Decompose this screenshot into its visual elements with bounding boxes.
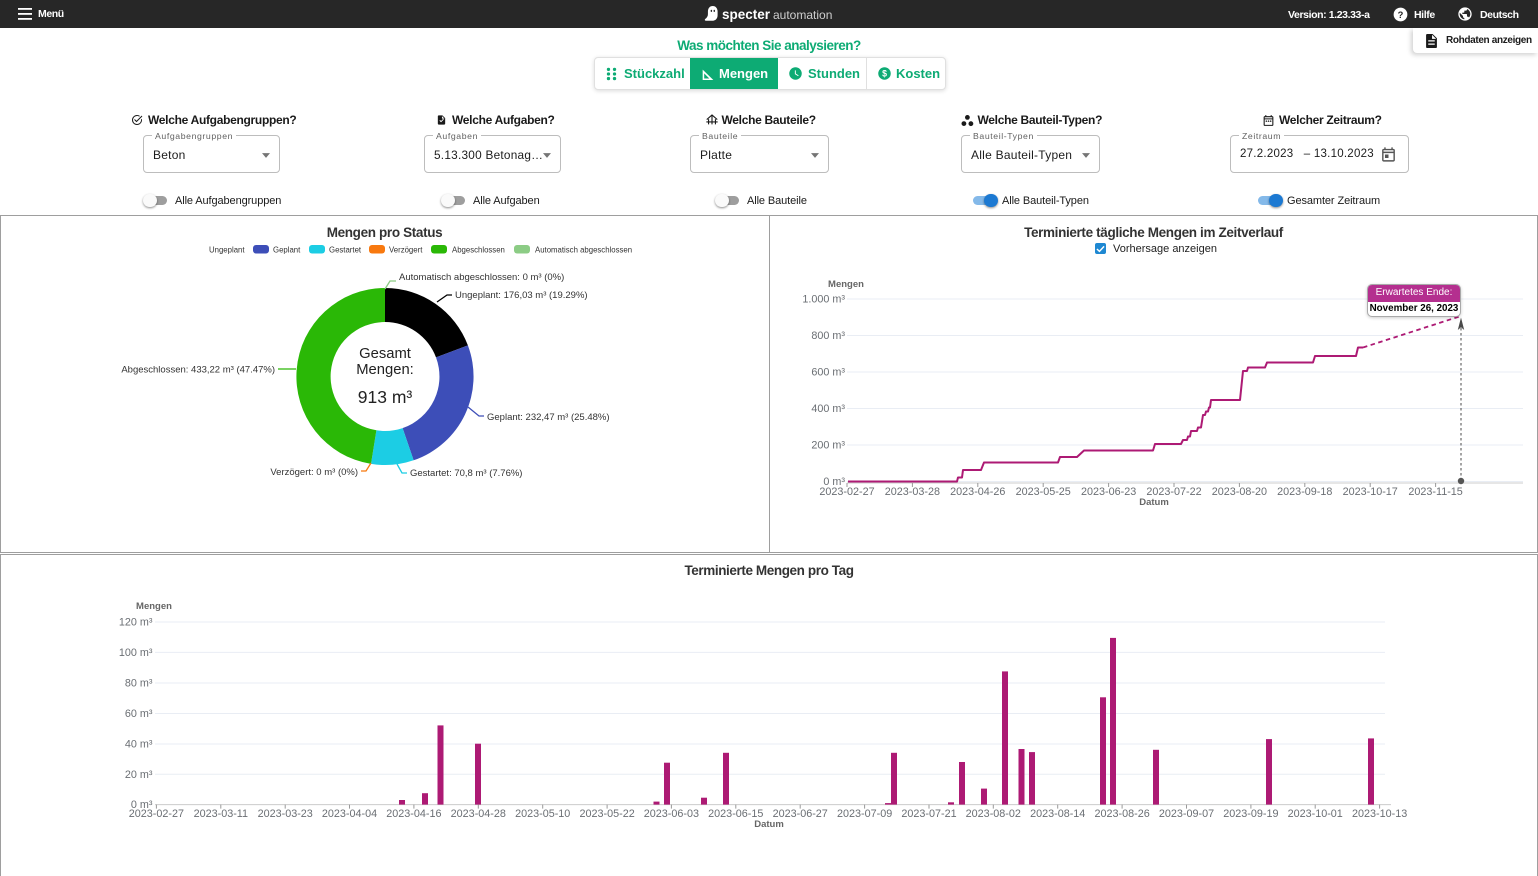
svg-text:2023-03-23: 2023-03-23 (258, 808, 313, 820)
svg-text:60 m³: 60 m³ (125, 708, 153, 720)
svg-text:Datum: Datum (1139, 497, 1169, 508)
svg-text:2023-07-21: 2023-07-21 (901, 808, 956, 820)
svg-text:1.000 m³: 1.000 m³ (802, 294, 845, 306)
svg-text:Gestartet: Gestartet (329, 246, 362, 255)
svg-text:2023-04-28: 2023-04-28 (451, 808, 506, 820)
svg-text:Automatisch abgeschlossen: Automatisch abgeschlossen (535, 246, 632, 255)
svg-text:2023-11-15: 2023-11-15 (1408, 486, 1462, 498)
svg-text:Automatisch abgeschlossen: 0 m: Automatisch abgeschlossen: 0 m³ (0%) (399, 272, 564, 283)
svg-text:2023-03-28: 2023-03-28 (885, 486, 940, 498)
svg-text:Geplant: Geplant (273, 246, 301, 255)
svg-text:2023-05-10: 2023-05-10 (515, 808, 570, 820)
svg-text:2023-08-20: 2023-08-20 (1212, 486, 1267, 498)
svg-text:200 m³: 200 m³ (811, 440, 845, 452)
svg-text:120 m³: 120 m³ (119, 617, 153, 629)
svg-text:80 m³: 80 m³ (125, 678, 153, 690)
svg-text:2023-05-25: 2023-05-25 (1016, 486, 1071, 498)
svg-text:Abgeschlossen: 433,22 m³ (47.4: Abgeschlossen: 433,22 m³ (47.47%) (121, 365, 275, 376)
svg-text:2023-10-17: 2023-10-17 (1343, 486, 1398, 498)
svg-text:2023-04-04: 2023-04-04 (322, 808, 377, 820)
svg-text:400 m³: 400 m³ (811, 403, 845, 415)
svg-text:2023-03-11: 2023-03-11 (194, 808, 248, 820)
svg-text:2023-08-14: 2023-08-14 (1030, 808, 1085, 820)
svg-text:Abgeschlossen: Abgeschlossen (452, 246, 505, 255)
svg-text:2023-02-27: 2023-02-27 (129, 808, 184, 820)
svg-text:40 m³: 40 m³ (125, 739, 153, 751)
svg-text:2023-02-27: 2023-02-27 (819, 486, 874, 498)
svg-text:600 m³: 600 m³ (811, 367, 845, 379)
svg-text:2023-04-16: 2023-04-16 (386, 808, 441, 820)
svg-text:Geplant: 232,47 m³ (25.48%): Geplant: 232,47 m³ (25.48%) (487, 412, 610, 423)
svg-text:2023-09-07: 2023-09-07 (1159, 808, 1214, 820)
svg-text:2023-08-26: 2023-08-26 (1094, 808, 1149, 820)
svg-text:Ungeplant: 176,03 m³ (19.29%): Ungeplant: 176,03 m³ (19.29%) (455, 290, 588, 301)
svg-text:Datum: Datum (754, 819, 784, 830)
svg-text:2023-10-01: 2023-10-01 (1288, 808, 1343, 820)
svg-text:2023-04-26: 2023-04-26 (950, 486, 1005, 498)
svg-text:Ungeplant: Ungeplant (209, 246, 245, 255)
svg-text:2023-06-03: 2023-06-03 (644, 808, 699, 820)
svg-text:Mengen: Mengen (828, 279, 864, 290)
svg-text:100 m³: 100 m³ (119, 647, 153, 659)
svg-text:2023-08-02: 2023-08-02 (966, 808, 1021, 820)
svg-text:2023-09-18: 2023-09-18 (1277, 486, 1332, 498)
svg-text:2023-09-19: 2023-09-19 (1223, 808, 1278, 820)
svg-text:Gestartet: 70,8 m³ (7.76%): Gestartet: 70,8 m³ (7.76%) (410, 468, 522, 479)
svg-text:Verzögert: Verzögert (389, 246, 423, 255)
svg-text:2023-05-22: 2023-05-22 (579, 808, 634, 820)
svg-text:Verzögert: 0 m³ (0%): Verzögert: 0 m³ (0%) (270, 467, 358, 478)
svg-text:2023-10-13: 2023-10-13 (1352, 808, 1407, 820)
svg-text:800 m³: 800 m³ (811, 330, 845, 342)
svg-text:2023-06-23: 2023-06-23 (1081, 486, 1136, 498)
svg-text:Mengen: Mengen (136, 601, 172, 612)
svg-text:2023-07-09: 2023-07-09 (837, 808, 892, 820)
svg-text:20 m³: 20 m³ (125, 769, 153, 781)
